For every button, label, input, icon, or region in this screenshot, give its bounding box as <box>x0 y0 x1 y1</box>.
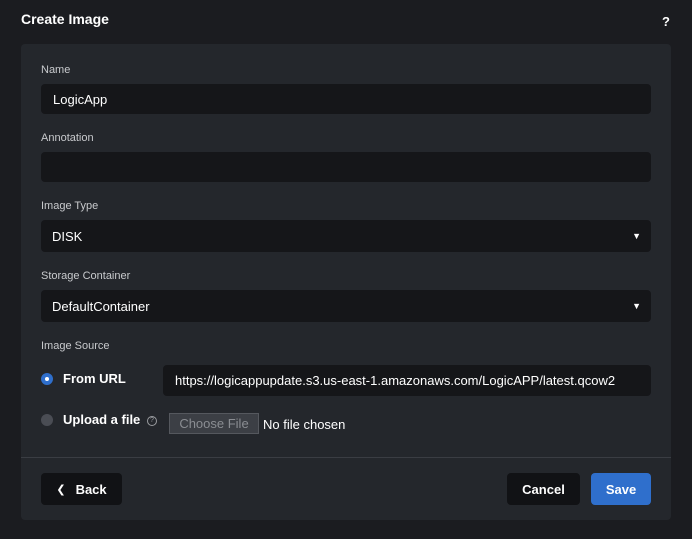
dialog-title: Create Image <box>21 11 109 27</box>
save-button[interactable]: Save <box>591 473 651 505</box>
chevron-down-icon: ▼ <box>632 301 641 311</box>
back-button[interactable]: ❮ Back <box>41 473 122 505</box>
cancel-button[interactable]: Cancel <box>507 473 580 505</box>
help-icon[interactable]: ? <box>662 14 670 29</box>
from-url-radio[interactable] <box>41 373 53 385</box>
image-type-value: DISK <box>52 228 83 244</box>
chevron-left-icon: ❮ <box>56 483 66 496</box>
storage-container-select[interactable]: DefaultContainer ▼ <box>41 290 651 322</box>
url-input[interactable]: https://logicappupdate.s3.us-east-1.amaz… <box>163 365 651 396</box>
storage-container-label: Storage Container <box>41 270 131 282</box>
back-label: Back <box>75 481 107 497</box>
upload-file-label[interactable]: Upload a file <box>63 412 140 427</box>
upload-file-radio[interactable] <box>41 414 53 426</box>
annotation-input[interactable] <box>41 152 651 182</box>
name-label: Name <box>41 64 71 76</box>
image-source-label: Image Source <box>41 340 110 352</box>
chevron-down-icon: ▼ <box>632 231 641 241</box>
choose-file-button[interactable]: Choose File <box>169 413 259 434</box>
storage-container-value: DefaultContainer <box>52 298 150 314</box>
name-input[interactable]: LogicApp <box>41 84 651 114</box>
image-type-label: Image Type <box>41 200 99 212</box>
image-type-select[interactable]: DISK ▼ <box>41 220 651 252</box>
name-value: LogicApp <box>53 91 108 107</box>
form-panel: Name LogicApp Annotation Image Type DISK… <box>21 44 671 520</box>
from-url-label[interactable]: From URL <box>63 371 126 386</box>
info-icon[interactable]: ? <box>147 416 157 426</box>
footer-divider <box>21 457 671 458</box>
url-value: https://logicappupdate.s3.us-east-1.amaz… <box>175 373 616 388</box>
no-file-text: No file chosen <box>263 417 346 432</box>
annotation-label: Annotation <box>41 132 94 144</box>
